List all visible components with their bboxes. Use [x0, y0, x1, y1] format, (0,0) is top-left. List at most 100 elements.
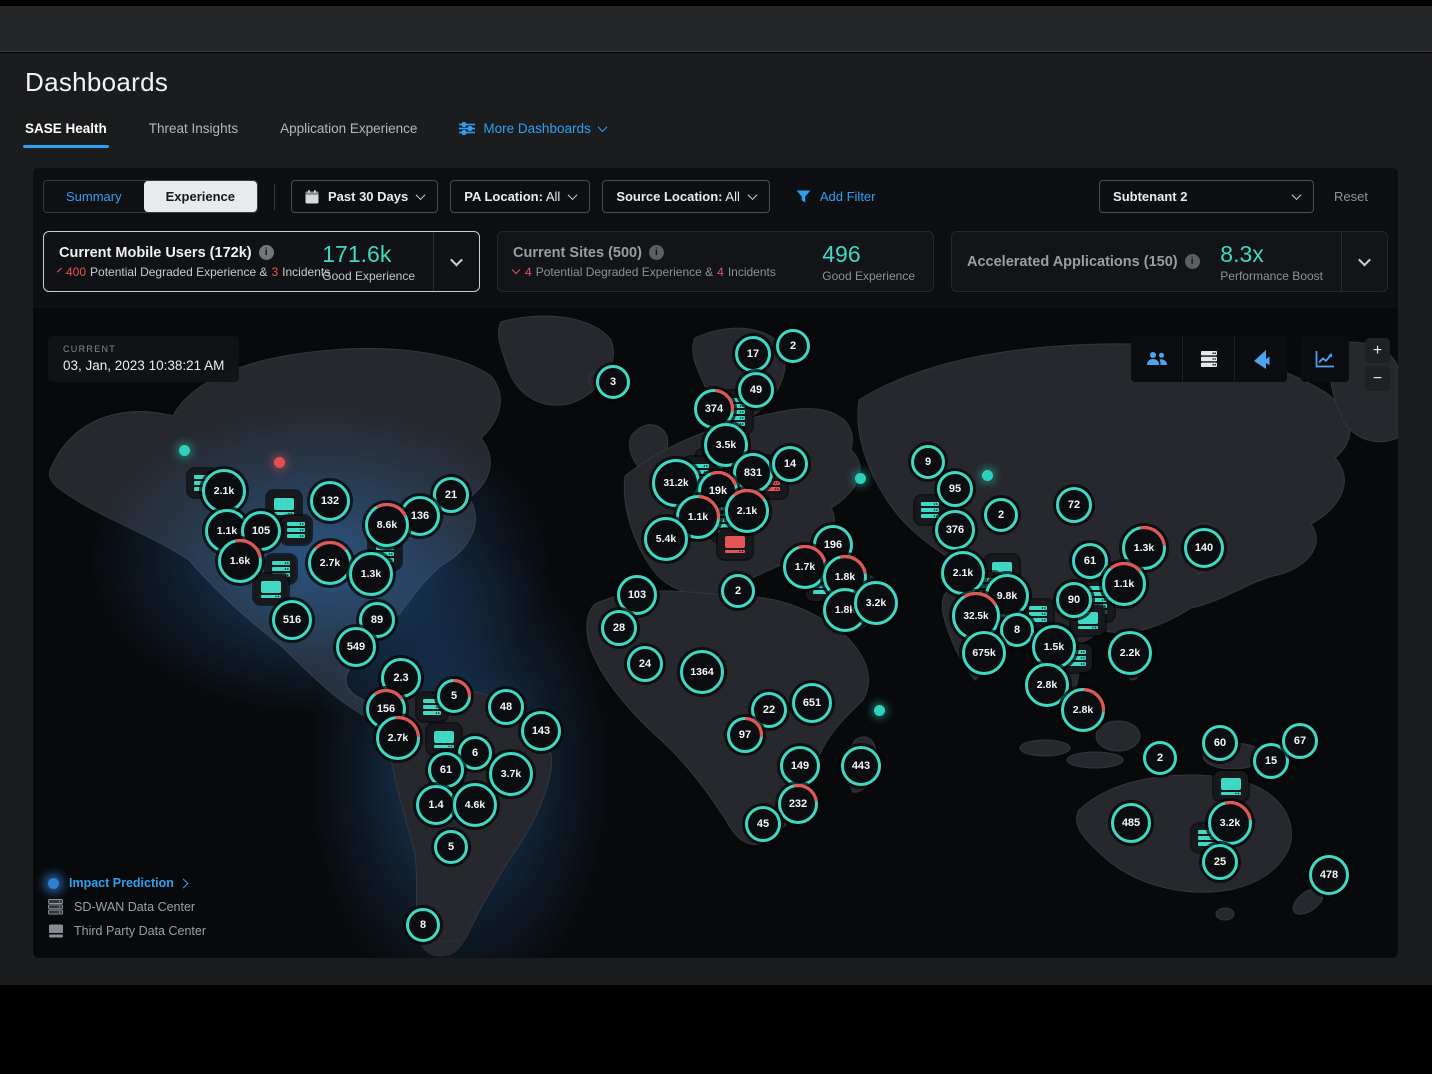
map-badge[interactable]: 14	[772, 446, 808, 482]
more-dashboards-menu[interactable]: More Dashboards	[459, 121, 605, 148]
prisma-access-layer-button[interactable]	[1235, 336, 1287, 382]
map-badge[interactable]: 28	[601, 610, 637, 646]
map-badge[interactable]: 2	[1143, 741, 1177, 775]
map-badge[interactable]: 2.8k	[1061, 688, 1105, 732]
expand-card-button[interactable]	[1341, 232, 1387, 291]
mobile-users-layer-button[interactable]	[1131, 336, 1183, 382]
map-badge[interactable]: 831	[733, 453, 773, 493]
map-badge[interactable]: 1.5k	[1032, 625, 1076, 669]
reset-button[interactable]: Reset	[1334, 189, 1368, 204]
map-badge[interactable]: 443	[841, 746, 881, 786]
map-badge[interactable]: 97	[727, 717, 763, 753]
map-badge[interactable]: 1.4	[416, 785, 456, 825]
map-badge[interactable]: 3.7k	[489, 752, 533, 796]
map-badge[interactable]: 9	[911, 445, 945, 479]
tab-threat-insights[interactable]: Threat Insights	[149, 121, 238, 148]
data-center-layer-button[interactable]	[1183, 336, 1235, 382]
map-badge[interactable]: 3.2k	[1208, 801, 1252, 845]
map-badge[interactable]: 95	[937, 471, 973, 507]
map-badge[interactable]: 5.4k	[644, 517, 688, 561]
prisma-access-icon	[1253, 350, 1270, 369]
map-badge[interactable]: 61	[428, 752, 464, 788]
map-badge[interactable]: 17	[735, 336, 771, 372]
map-badge[interactable]: 4.6k	[453, 783, 497, 827]
incident-datacenter-monitor-icon[interactable]	[718, 529, 752, 559]
badge-count: 5.4k	[656, 533, 676, 545]
trend-chart-button[interactable]	[1301, 336, 1349, 382]
datacenter-server-icon[interactable]	[281, 516, 311, 544]
badge-count: 60	[1214, 737, 1226, 749]
datacenter-monitor-icon[interactable]	[427, 724, 461, 754]
tab-application-experience[interactable]: Application Experience	[280, 121, 417, 148]
map-badge[interactable]: 8	[1000, 613, 1034, 647]
map-badge[interactable]: 5	[434, 830, 468, 864]
expand-card-button[interactable]	[433, 232, 479, 291]
map-badge[interactable]: 675k	[962, 631, 1006, 675]
map-badge[interactable]: 132	[310, 481, 350, 521]
map-badge[interactable]: 2.2k	[1108, 631, 1152, 675]
map-badge[interactable]: 60	[1202, 725, 1238, 761]
map-badge[interactable]: 2.1k	[941, 551, 985, 595]
map-badge[interactable]: 8	[406, 908, 440, 942]
map-badge[interactable]: 72	[1056, 487, 1092, 523]
site-dot	[982, 470, 993, 481]
map-badge[interactable]: 25	[1202, 844, 1238, 880]
map-badge[interactable]: 90	[1056, 582, 1092, 618]
info-icon[interactable]	[649, 245, 664, 260]
map-badge[interactable]: 2.7k	[376, 716, 420, 760]
map-badge[interactable]: 232	[778, 784, 818, 824]
map-badge[interactable]: 1364	[680, 650, 724, 694]
map-badge[interactable]: 2	[776, 329, 810, 363]
map-badge[interactable]: 143	[521, 711, 561, 751]
map-badge[interactable]: 376	[935, 510, 975, 550]
info-icon[interactable]	[259, 245, 274, 260]
card-current-mobile-users[interactable]: Current Mobile Users (172k) 400 Potentia…	[43, 231, 480, 292]
pa-location-dropdown[interactable]: PA Location: All	[450, 180, 590, 213]
map-badge[interactable]: 651	[792, 683, 832, 723]
world-map[interactable]: 2.1k132211.1k1051368.6k1.6k2.7k1.3k51689…	[33, 308, 1398, 958]
map-badge[interactable]: 3	[596, 365, 630, 399]
map-badge[interactable]: 3.2k	[854, 581, 898, 625]
map-badge[interactable]: 2	[721, 574, 755, 608]
window-top-bar	[0, 6, 1432, 52]
map-badge[interactable]: 478	[1309, 855, 1349, 895]
info-icon[interactable]	[1185, 254, 1200, 269]
map-badge[interactable]: 24	[627, 646, 663, 682]
badge-count: 3.7k	[501, 768, 521, 780]
impact-prediction-link[interactable]: Impact Prediction	[69, 876, 187, 890]
map-badge[interactable]: 8.6k	[365, 503, 409, 547]
map-badge[interactable]: 485	[1111, 803, 1151, 843]
badge-count: 1.4	[428, 799, 443, 811]
map-badge[interactable]: 516	[272, 600, 312, 640]
map-badge[interactable]: 1.7k	[783, 545, 827, 589]
map-badge[interactable]: 1.1k	[1102, 562, 1146, 606]
tab-sase-health[interactable]: SASE Health	[25, 121, 107, 148]
map-badge[interactable]: 549	[336, 627, 376, 667]
add-filter-button[interactable]: Add Filter	[796, 189, 876, 204]
map-badge[interactable]: 2.1k	[202, 469, 246, 513]
map-zoom-in-button[interactable]: +	[1365, 338, 1390, 363]
map-badge[interactable]: 49	[738, 372, 774, 408]
toggle-summary[interactable]: Summary	[44, 181, 144, 212]
map-badge[interactable]: 1.6k	[218, 539, 262, 583]
map-badge[interactable]: 103	[617, 575, 657, 615]
toggle-experience[interactable]: Experience	[144, 181, 257, 212]
source-location-dropdown[interactable]: Source Location: All	[602, 180, 770, 213]
map-badge[interactable]: 45	[745, 806, 781, 842]
map-badge[interactable]: 149	[780, 746, 820, 786]
map-badge[interactable]: 2.7k	[308, 541, 352, 585]
card-current-sites[interactable]: Current Sites (500) 4 Potential Degraded…	[497, 231, 934, 292]
map-badge[interactable]: 48	[488, 689, 524, 725]
map-badge[interactable]: 67	[1282, 723, 1318, 759]
card-accelerated-applications[interactable]: Accelerated Applications (150) 8.3x Perf…	[951, 231, 1388, 292]
map-badge[interactable]: 2.1k	[725, 489, 769, 533]
map-zoom-out-button[interactable]: −	[1365, 366, 1390, 391]
time-range-dropdown[interactable]: Past 30 Days	[291, 180, 438, 213]
map-badge[interactable]: 1.3k	[349, 552, 393, 596]
map-badge[interactable]: 5	[437, 679, 471, 713]
datacenter-monitor-icon[interactable]	[1214, 771, 1248, 801]
map-badge[interactable]: 140	[1184, 528, 1224, 568]
subtenant-dropdown[interactable]: Subtenant 2	[1099, 180, 1314, 213]
card-value: 171.6k	[322, 241, 415, 268]
map-badge[interactable]: 2	[984, 498, 1018, 532]
